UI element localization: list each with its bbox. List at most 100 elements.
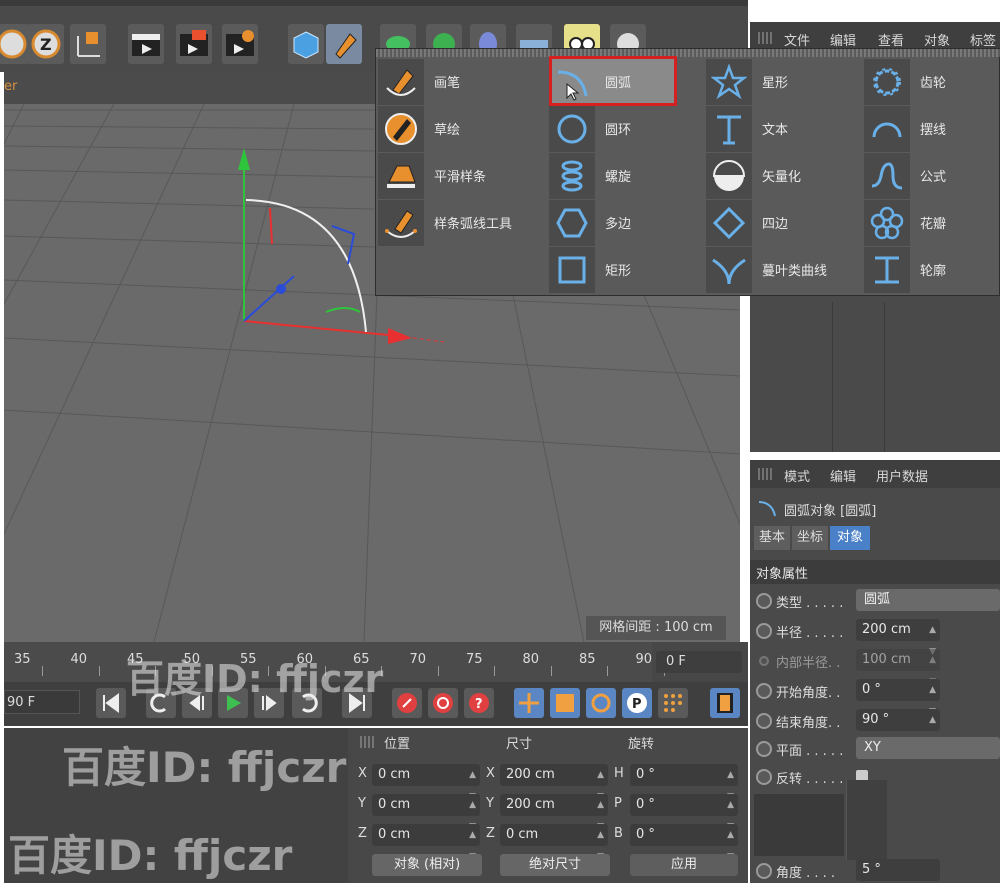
axis-label: H: [614, 766, 624, 781]
render-settings-icon[interactable]: [222, 24, 258, 64]
tab-basic[interactable]: 基本: [754, 526, 790, 550]
menu-item-cycloid[interactable]: 摆线: [864, 106, 984, 152]
attr-label: 类型 . . . . .: [776, 596, 844, 611]
menu-edit[interactable]: 编辑: [830, 30, 856, 49]
menu-item-sketch[interactable]: 草绘: [378, 106, 548, 152]
size-mode-dropdown[interactable]: 绝对尺寸: [500, 854, 610, 876]
menu-object[interactable]: 对象: [924, 30, 950, 49]
animate-radio-icon[interactable]: [756, 769, 772, 785]
menu-item-spline-arc-tool[interactable]: 样条弧线工具: [378, 200, 548, 246]
timeline-tick-mark: [98, 666, 100, 676]
axis-label: X: [358, 766, 367, 781]
menu-file[interactable]: 文件: [784, 30, 810, 49]
field-value: 200 cm: [862, 622, 911, 637]
timeline-tick-mark: [437, 666, 439, 676]
rotation-b-field[interactable]: 0 °▲▼: [630, 824, 738, 862]
panel-grip-icon[interactable]: [360, 736, 374, 748]
panel-grip-icon[interactable]: [758, 32, 772, 44]
menu-tag[interactable]: 标签: [970, 30, 996, 49]
plane-dropdown[interactable]: XY: [856, 737, 1000, 759]
size-header: 尺寸: [506, 737, 533, 752]
rotation-h-field[interactable]: 0 °▲▼: [630, 764, 738, 802]
menu-item-four-side[interactable]: 四边: [706, 200, 862, 246]
key-point-level-icon[interactable]: [658, 688, 688, 718]
menu-item-smooth-spline[interactable]: 平滑样条: [378, 153, 548, 199]
key-position-icon[interactable]: [514, 688, 544, 718]
apply-button[interactable]: 应用: [630, 854, 738, 876]
menu-edit[interactable]: 编辑: [830, 466, 856, 485]
tab-object[interactable]: 对象: [830, 526, 870, 550]
key-rotation-icon[interactable]: [586, 688, 616, 718]
menu-item-rectangle[interactable]: 矩形: [549, 247, 675, 293]
end-angle-field[interactable]: 90 °▲▼: [856, 709, 940, 747]
helix-icon: [549, 153, 595, 199]
tab-coordinates[interactable]: 坐标: [792, 526, 828, 550]
rotation-p-field[interactable]: 0 °▲▼: [630, 794, 738, 832]
watermark: 百度ID: ffjczr: [126, 657, 384, 701]
auto-key-icon[interactable]: [428, 688, 458, 718]
key-scale-icon[interactable]: [550, 688, 580, 718]
menu-item-flower[interactable]: 花瓣: [864, 200, 984, 246]
type-dropdown[interactable]: 圆弧: [856, 589, 1000, 611]
axis-label: Y: [358, 796, 366, 811]
axis-z-lock-icon[interactable]: Z: [28, 24, 64, 64]
menu-item-vectorizer[interactable]: 矢量化: [706, 153, 862, 199]
menu-item-polygon[interactable]: 多边: [549, 200, 675, 246]
menu-item-gear[interactable]: 齿轮: [864, 59, 984, 105]
key-parameter-icon[interactable]: P: [622, 688, 652, 718]
menu-item-text[interactable]: 文本: [706, 106, 862, 152]
grid-spacing-label: 网格间距 : 100 cm: [586, 616, 726, 640]
size-x-field[interactable]: 200 cm▲▼: [500, 764, 608, 802]
position-y-field[interactable]: 0 cm▲▼: [372, 794, 480, 832]
menu-mode[interactable]: 模式: [784, 466, 810, 485]
axis-y-lock-icon[interactable]: [0, 24, 30, 64]
timeline-window-icon[interactable]: [710, 688, 740, 718]
cissoid-icon: [706, 247, 752, 293]
radius-field[interactable]: 200 cm▲▼: [856, 619, 940, 657]
attr-label: 反转 . . . . .: [776, 772, 844, 787]
field-value: 0 °: [636, 797, 655, 812]
go-to-start-icon[interactable]: [96, 688, 126, 718]
animate-radio-icon[interactable]: [756, 593, 772, 609]
key-help-icon[interactable]: ?: [464, 688, 494, 718]
menu-item-cissoid[interactable]: 蔓叶类曲线: [706, 247, 862, 293]
end-frame-field[interactable]: 90 F: [4, 690, 80, 714]
animate-radio-icon[interactable]: [756, 741, 772, 757]
animate-radio-icon[interactable]: [756, 623, 772, 639]
menu-item-helix[interactable]: 螺旋: [549, 153, 675, 199]
timeline-tick-label: 85: [579, 652, 596, 667]
arc-highlight-box: [549, 56, 677, 106]
render-view-icon[interactable]: [128, 24, 164, 64]
size-y-field[interactable]: 200 cm▲▼: [500, 794, 608, 832]
animate-radio-icon[interactable]: [756, 863, 772, 879]
axis-label: B: [614, 826, 623, 841]
menu-user-data[interactable]: 用户数据: [876, 466, 928, 485]
coordinate-mode-dropdown[interactable]: 对象 (相对): [372, 854, 482, 876]
watermark: 百度ID: ffjczr: [8, 831, 293, 880]
size-z-field[interactable]: 0 cm▲▼: [500, 824, 608, 862]
render-picture-viewer-icon[interactable]: [176, 24, 212, 64]
menu-item-label: 矢量化: [762, 170, 802, 185]
menu-item-star[interactable]: 星形: [706, 59, 862, 105]
attr-label: 开始角度. .: [776, 686, 841, 701]
menu-item-circle[interactable]: 圆环: [549, 106, 675, 152]
spline-pen-icon[interactable]: [326, 24, 362, 64]
position-x-field[interactable]: 0 cm▲▼: [372, 764, 480, 802]
angle-field[interactable]: 5 °: [856, 859, 940, 881]
animate-radio-icon[interactable]: [756, 683, 772, 699]
panel-grip-icon[interactable]: [758, 468, 772, 480]
cube-icon[interactable]: [288, 24, 324, 64]
record-keys-icon[interactable]: [392, 688, 422, 718]
timeline-tick-label: 90: [635, 652, 653, 667]
position-z-field[interactable]: 0 cm▲▼: [372, 824, 480, 862]
menu-item-formula[interactable]: 公式: [864, 153, 984, 199]
axis-label: P: [614, 796, 622, 811]
current-frame-field[interactable]: 0 F: [656, 651, 742, 673]
menu-item-pen[interactable]: 画笔: [378, 59, 548, 105]
coordinate-system-icon[interactable]: [70, 24, 106, 64]
start-angle-field[interactable]: 0 °▲▼: [856, 679, 940, 717]
menu-item-profile[interactable]: 轮廓: [864, 247, 984, 293]
popup-grip[interactable]: [376, 49, 1000, 57]
menu-view[interactable]: 查看: [878, 30, 904, 49]
animate-radio-icon[interactable]: [756, 713, 772, 729]
